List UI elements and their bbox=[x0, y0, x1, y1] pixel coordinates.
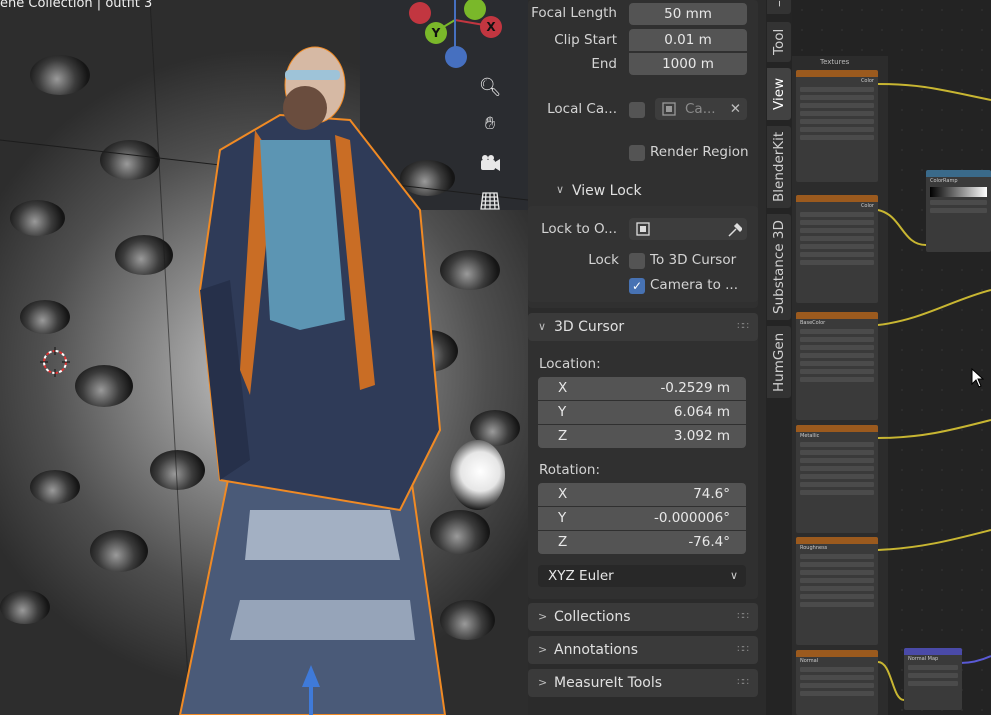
clip-end-label: End bbox=[591, 56, 617, 72]
chevron-right-icon: > bbox=[538, 643, 548, 656]
local-camera-checkbox[interactable] bbox=[629, 102, 645, 118]
clip-end-field[interactable]: 1000 m bbox=[629, 53, 747, 75]
rotation-mode-value: XYZ Euler bbox=[548, 568, 614, 584]
eyedropper-icon[interactable] bbox=[726, 218, 744, 247]
clip-start-field[interactable]: 0.01 m bbox=[629, 29, 747, 51]
chevron-down-icon: ∨ bbox=[729, 569, 738, 582]
drag-grip-icon[interactable]: ∷∷ bbox=[737, 603, 749, 631]
normal-map-node[interactable]: Normal Map bbox=[904, 648, 962, 710]
3d-cursor-icon bbox=[40, 347, 70, 377]
annotations-panel-header[interactable]: > Annotations ∷∷ bbox=[528, 636, 758, 664]
tab-top[interactable]: – bbox=[767, 0, 791, 14]
drag-grip-icon[interactable]: ∷∷ bbox=[737, 636, 749, 664]
clear-icon[interactable]: ✕ bbox=[730, 98, 741, 120]
drag-grip-icon[interactable]: ∷∷ bbox=[737, 669, 749, 697]
location-y-field[interactable]: Y 6.064 m bbox=[538, 401, 746, 424]
chevron-down-icon[interactable]: ∨ bbox=[556, 183, 564, 196]
gizmo-x[interactable]: X bbox=[480, 16, 502, 38]
colorramp-node[interactable]: ColorRamp bbox=[926, 170, 991, 252]
local-camera-label: Local Ca... bbox=[547, 101, 617, 117]
lock-to-object-field[interactable] bbox=[629, 218, 747, 240]
collections-title: Collections bbox=[554, 609, 631, 625]
local-camera-value: Ca... bbox=[685, 101, 716, 117]
metallic-texture-node[interactable]: Metallic bbox=[796, 425, 878, 533]
lock-to-object-label: Lock to O... bbox=[541, 221, 617, 237]
chevron-right-icon: > bbox=[538, 676, 548, 689]
rotation-mode-dropdown[interactable]: XYZ Euler ∨ bbox=[538, 565, 746, 587]
3d-viewport[interactable]: ene Collection | outfit 3 Y X 🔍︎ ✋︎ bbox=[0, 0, 528, 715]
rotation-x-field[interactable]: X 74.6° bbox=[538, 483, 746, 506]
location-x-field[interactable]: X -0.2529 m bbox=[538, 377, 746, 400]
render-region-checkbox[interactable] bbox=[629, 145, 645, 161]
tab-blenderkit[interactable]: BlenderKit bbox=[767, 126, 791, 208]
measureit-panel-header[interactable]: > MeasureIt Tools ∷∷ bbox=[528, 669, 758, 697]
rotation-y-field[interactable]: Y -0.000006° bbox=[538, 507, 746, 530]
tab-view[interactable]: View bbox=[767, 68, 791, 120]
character-figure[interactable] bbox=[160, 40, 520, 715]
image-texture-node[interactable]: Color bbox=[796, 195, 878, 303]
hand-pan-icon[interactable]: ✋︎ bbox=[478, 112, 502, 136]
render-region-label: Render Region bbox=[650, 144, 749, 160]
camera-icon[interactable] bbox=[478, 152, 502, 176]
3d-cursor-header[interactable]: ∨ 3D Cursor ∷∷ bbox=[528, 313, 758, 341]
transform-arrow-icon bbox=[302, 665, 320, 715]
basecolor-texture-node[interactable]: BaseColor bbox=[796, 312, 878, 420]
local-camera-field[interactable]: Ca... ✕ bbox=[655, 98, 747, 120]
node-editor[interactable]: Textures Color Color BaseColor Metallic … bbox=[792, 0, 991, 715]
3d-cursor-title: 3D Cursor bbox=[554, 319, 625, 335]
tab-tool[interactable]: Tool bbox=[767, 22, 791, 62]
object-icon bbox=[635, 218, 651, 247]
measureit-title: MeasureIt Tools bbox=[554, 675, 663, 691]
chevron-down-icon: ∨ bbox=[538, 320, 547, 333]
view-lock-header[interactable]: View Lock bbox=[572, 183, 642, 199]
drag-grip-icon[interactable]: ∷∷ bbox=[737, 313, 749, 341]
gizmo-y[interactable]: Y bbox=[425, 22, 447, 44]
chevron-right-icon: > bbox=[538, 610, 548, 623]
lock-label: Lock bbox=[588, 252, 619, 268]
tab-substance-3d[interactable]: Substance 3D bbox=[767, 214, 791, 320]
focal-length-label: Focal Length bbox=[531, 5, 617, 21]
rotation-label: Rotation: bbox=[539, 462, 601, 478]
viewport-title: ene Collection | outfit 3 bbox=[0, 0, 153, 11]
clip-start-label: Clip Start bbox=[554, 32, 617, 48]
sidebar-n-panel: Focal Length 50 mm Clip Start 0.01 m End… bbox=[528, 0, 766, 715]
gizmo-neg-x[interactable] bbox=[409, 2, 431, 24]
roughness-texture-node[interactable]: Roughness bbox=[796, 537, 878, 645]
location-z-field[interactable]: Z 3.092 m bbox=[538, 425, 746, 448]
rotation-z-field[interactable]: Z -76.4° bbox=[538, 531, 746, 554]
zoom-icon[interactable]: 🔍︎ bbox=[478, 76, 502, 100]
camera-object-icon bbox=[661, 98, 677, 127]
location-label: Location: bbox=[539, 356, 601, 372]
focal-length-field[interactable]: 50 mm bbox=[629, 3, 747, 25]
collections-panel-header[interactable]: > Collections ∷∷ bbox=[528, 603, 758, 631]
mouse-pointer-icon bbox=[971, 368, 985, 388]
camera-to-view-label: Camera to ... bbox=[650, 277, 738, 293]
lock-to-3d-cursor-checkbox[interactable] bbox=[629, 253, 645, 269]
normal-texture-node[interactable]: Normal bbox=[796, 650, 878, 715]
tab-humgen[interactable]: HumGen bbox=[767, 326, 791, 398]
gizmo-neg-z[interactable] bbox=[445, 46, 467, 68]
sidebar-tabs: – Tool View BlenderKit Substance 3D HumG… bbox=[766, 0, 792, 715]
camera-to-view-checkbox[interactable]: ✓ bbox=[629, 278, 645, 294]
annotations-title: Annotations bbox=[554, 642, 639, 658]
grid-ortho-icon[interactable] bbox=[478, 189, 502, 213]
to-3d-cursor-label: To 3D Cursor bbox=[650, 252, 737, 268]
image-texture-node[interactable]: Color bbox=[796, 70, 878, 182]
